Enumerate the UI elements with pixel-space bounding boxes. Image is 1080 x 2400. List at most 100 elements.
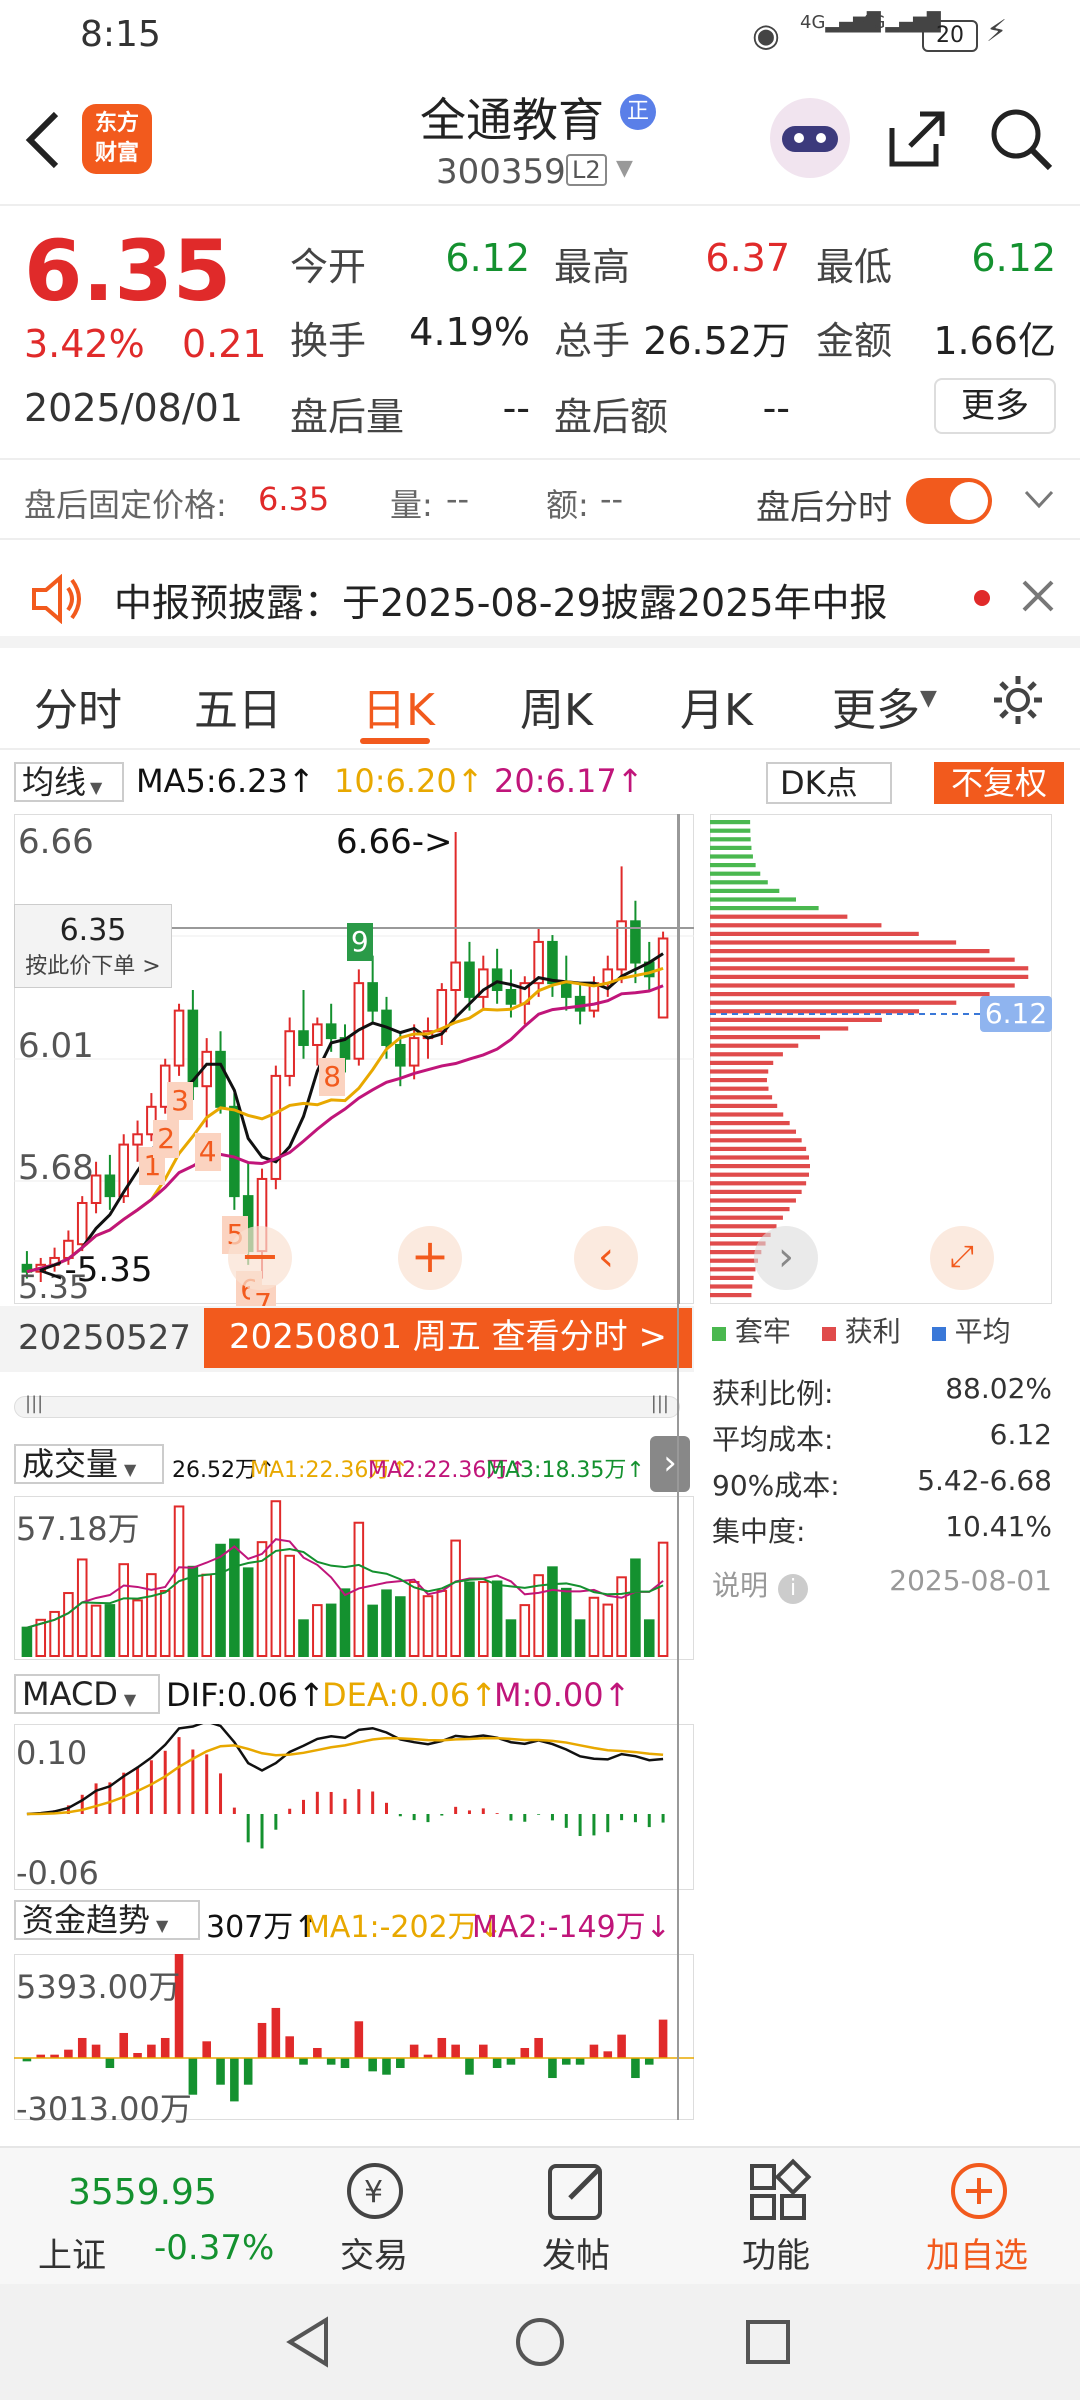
func-label[interactable]: 功能 bbox=[742, 2228, 810, 2277]
chip-note-row[interactable]: 说明 i 2025-08-01 bbox=[712, 1564, 1052, 1610]
nav-recents-icon[interactable] bbox=[744, 2318, 792, 2366]
adjust-button[interactable]: 不复权 bbox=[934, 762, 1064, 804]
tab-intraday[interactable]: 分时 bbox=[34, 674, 122, 738]
tab-weekly-k[interactable]: 周K bbox=[520, 674, 593, 738]
bottom-toolbar: 3559.95 上证 -0.37% ¥ 交易 发帖 功能 加自选 bbox=[0, 2146, 1080, 2284]
signal-marker[interactable]: 8 bbox=[319, 1057, 346, 1096]
chevron-down-icon[interactable] bbox=[1022, 488, 1056, 512]
more-button[interactable]: 更多 bbox=[934, 378, 1056, 434]
apps-icon[interactable] bbox=[744, 2158, 814, 2224]
volume-bar bbox=[533, 1574, 544, 1657]
fund-bar bbox=[382, 2058, 391, 2075]
chip-bar bbox=[710, 957, 1015, 962]
after-vol-label: 盘后量 bbox=[290, 395, 405, 439]
fund-bar bbox=[285, 2036, 294, 2058]
post-icon[interactable] bbox=[544, 2158, 614, 2224]
turnover-value: 4.19% bbox=[409, 310, 530, 354]
fund-bar bbox=[451, 2044, 460, 2058]
volume-value: 26.52万 bbox=[643, 319, 790, 363]
candle-body bbox=[215, 1050, 226, 1108]
fixed-price-label: 盘后固定价格: bbox=[24, 486, 227, 524]
volume-bar bbox=[491, 1580, 503, 1657]
signal-marker[interactable]: 2 bbox=[153, 1119, 180, 1158]
volume-bar bbox=[478, 1581, 489, 1657]
gear-icon[interactable] bbox=[990, 672, 1046, 728]
search-icon[interactable] bbox=[988, 106, 1054, 172]
tab-daily-k[interactable]: 日K bbox=[362, 674, 435, 738]
trade-icon[interactable]: ¥ bbox=[340, 2158, 410, 2224]
chevron-right-icon[interactable]: › bbox=[754, 1226, 818, 1290]
low-value: 6.12 bbox=[971, 236, 1056, 280]
fund-selector[interactable]: 资金趋势 ▼ bbox=[14, 1900, 200, 1940]
tab-five-day[interactable]: 五日 bbox=[194, 674, 282, 738]
chart-range-scrollbar[interactable]: ||| ||| bbox=[14, 1393, 680, 1418]
y-axis-top: 6.66 bbox=[18, 822, 94, 862]
ma-selector[interactable]: 均线 ▼ bbox=[14, 762, 124, 802]
crosshair-price-box[interactable]: 6.35 按此价下单 > bbox=[14, 904, 172, 988]
volume-bar bbox=[215, 1543, 226, 1657]
fund-bar bbox=[603, 2051, 613, 2058]
chip-bar bbox=[710, 1052, 783, 1057]
signal-marker[interactable]: 4 bbox=[194, 1133, 221, 1172]
chip-bar bbox=[710, 1112, 784, 1117]
index-name[interactable]: 上证 bbox=[38, 2228, 106, 2277]
status-bar: 8:15 ◉ 4G▂▄▆█ 4G▂▄▆█ 20 ⚡ bbox=[0, 0, 1080, 72]
chip-bar bbox=[710, 1026, 849, 1031]
expand-icon[interactable]: ⤢ bbox=[930, 1226, 994, 1290]
tab-more[interactable]: 更多 bbox=[832, 674, 920, 738]
after-amt-value: -- bbox=[762, 386, 790, 430]
trade-label[interactable]: 交易 bbox=[340, 2228, 408, 2277]
chip-bar bbox=[710, 1103, 778, 1108]
chip-distribution-chart[interactable] bbox=[710, 814, 1052, 1304]
info-icon[interactable]: i bbox=[778, 1574, 809, 1604]
macd-y-min: -0.06 bbox=[16, 1854, 99, 1892]
signal-marker[interactable]: 3 bbox=[167, 1081, 194, 1120]
dk-selector[interactable]: DK点 bbox=[766, 762, 892, 804]
add-watch-icon[interactable] bbox=[944, 2158, 1014, 2224]
chevron-left-icon[interactable]: ‹ bbox=[574, 1226, 638, 1290]
app-logo[interactable]: 东方 财富 bbox=[82, 104, 152, 174]
high-label: 最高 bbox=[554, 245, 631, 289]
after-qty-value: -- bbox=[446, 480, 470, 518]
start-date: 20250527 bbox=[18, 1318, 192, 1358]
assistant-avatar[interactable] bbox=[770, 98, 850, 178]
volume-bar bbox=[422, 1595, 434, 1658]
signal-marker[interactable]: 9 bbox=[346, 923, 373, 962]
volume-selector[interactable]: 成交量 ▼ bbox=[14, 1444, 164, 1484]
right-handle-icon[interactable]: ||| bbox=[651, 1393, 669, 1414]
index-pct[interactable]: -0.37% bbox=[154, 2228, 274, 2268]
volume-bar bbox=[602, 1603, 614, 1657]
nav-home-icon[interactable] bbox=[514, 2316, 566, 2368]
quote-date: 2025/08/01 bbox=[24, 386, 244, 430]
notice-bar[interactable]: 中报预披露：于2025-08-29披露2025年中报 bbox=[0, 554, 1080, 648]
index-value[interactable]: 3559.95 bbox=[68, 2172, 217, 2213]
chip-bar bbox=[710, 897, 796, 902]
back-icon[interactable] bbox=[20, 108, 64, 172]
left-handle-icon[interactable]: ||| bbox=[25, 1393, 43, 1414]
panel-expand-button[interactable]: › bbox=[650, 1436, 690, 1492]
logo-text-1: 东方 bbox=[94, 111, 139, 136]
after-hours-toggle[interactable] bbox=[906, 478, 992, 524]
macd-selector[interactable]: MACD ▼ bbox=[14, 1674, 160, 1714]
fund-bar bbox=[658, 2019, 668, 2058]
fund-bar bbox=[437, 2037, 447, 2058]
share-icon[interactable] bbox=[884, 106, 950, 172]
view-intraday-button[interactable]: 20250801 周五 查看分时 > bbox=[204, 1308, 692, 1368]
chip-bar bbox=[710, 1224, 777, 1229]
plus-icon[interactable]: + bbox=[398, 1226, 462, 1290]
post-label[interactable]: 发帖 bbox=[542, 2228, 610, 2277]
chevron-down-icon[interactable]: ▼ bbox=[616, 156, 633, 181]
close-icon[interactable] bbox=[1020, 578, 1056, 614]
chip-bar bbox=[710, 1293, 752, 1298]
amount-value: 1.66亿 bbox=[933, 319, 1056, 363]
tab-monthly-k[interactable]: 月K bbox=[680, 674, 753, 738]
fund-bar bbox=[64, 2049, 73, 2058]
nav-back-icon[interactable] bbox=[282, 2316, 334, 2368]
add-watch-label[interactable]: 加自选 bbox=[926, 2228, 1028, 2277]
level-badge[interactable]: L2 bbox=[566, 154, 607, 186]
volume-bar bbox=[90, 1604, 102, 1657]
minus-icon[interactable]: − bbox=[228, 1226, 292, 1290]
caret-down-icon[interactable]: ▼ bbox=[920, 686, 937, 711]
volume-bar bbox=[574, 1619, 586, 1657]
macd-chart[interactable] bbox=[14, 1724, 694, 1890]
